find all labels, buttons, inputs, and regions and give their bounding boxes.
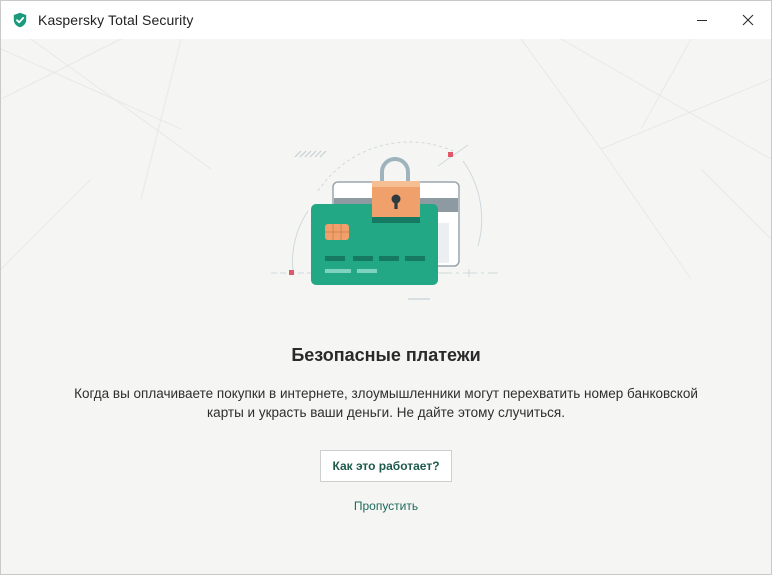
skip-link[interactable]: Пропустить	[1, 499, 771, 513]
app-window: Kaspersky Total Security Безопасные плат…	[0, 0, 772, 575]
close-button[interactable]	[725, 1, 771, 39]
feature-title: Безопасные платежи	[291, 345, 481, 365]
description-line: карты и украсть ваши деньги. Не дайте эт…	[206, 405, 565, 420]
kaspersky-shield-icon	[12, 12, 28, 28]
description-line: Когда вы оплачиваете покупки в интернете…	[74, 386, 698, 401]
window-controls	[679, 1, 771, 39]
how-it-works-button[interactable]: Как это работает?	[320, 450, 452, 482]
secure-payment-illustration	[271, 141, 498, 300]
close-icon	[742, 14, 754, 26]
minimize-icon	[697, 20, 707, 21]
window-title: Kaspersky Total Security	[38, 12, 194, 28]
title-bar[interactable]: Kaspersky Total Security	[1, 1, 771, 39]
minimize-button[interactable]	[679, 1, 725, 39]
onboarding-content: Безопасные платежи Когда вы оплачиваете …	[1, 39, 771, 574]
feature-description: Когда вы оплачиваете покупки в интернете…	[41, 384, 731, 422]
